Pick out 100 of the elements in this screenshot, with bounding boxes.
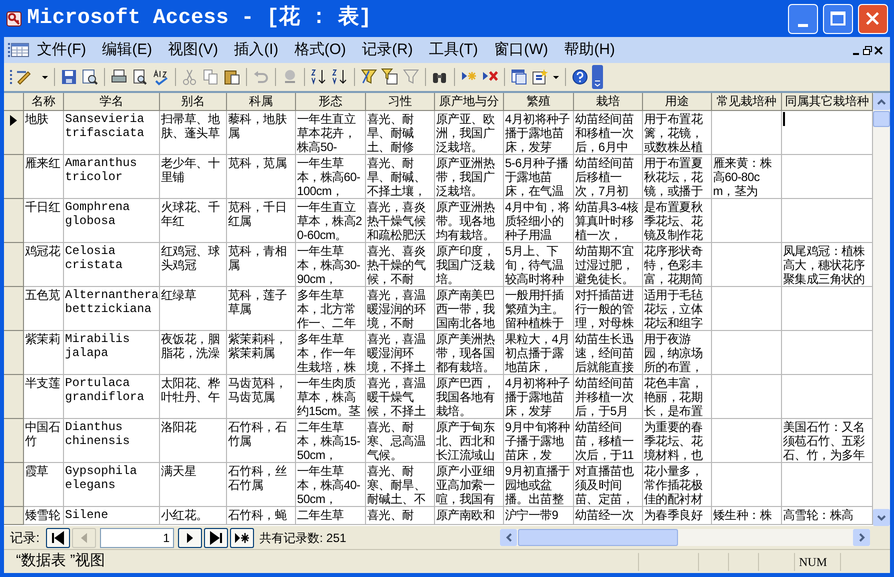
table-cell[interactable]: 9月中旬将种子播于露地苗床，发 — [504, 419, 574, 463]
menu-item[interactable]: 工具(T) — [420, 38, 486, 62]
paste-icon[interactable] — [223, 68, 241, 86]
table-cell[interactable]: 用于布置夏秋花坛，花镜，或播于 — [643, 155, 712, 199]
table-cell[interactable]: 一年生直立草本花卉，株高50- — [296, 111, 366, 155]
empty-cell[interactable] — [712, 111, 782, 155]
table-cell[interactable]: 石竹科，丝石竹属 — [227, 463, 296, 507]
column-header[interactable]: 学名 — [64, 93, 160, 111]
table-cell[interactable]: 幼苗经间苗，移植一次后，于11 — [574, 419, 643, 463]
table-cell[interactable]: 一年生草本，株高30-90cm， — [296, 243, 366, 287]
table-cell[interactable]: 红绿草 — [160, 287, 227, 331]
table-cell[interactable]: 地肤 — [24, 111, 64, 155]
table-cell[interactable]: 一年生肉质草本，株高约15cm。茎 — [296, 375, 366, 419]
table-cell[interactable]: 苋科，千日红属 — [227, 199, 296, 243]
table-cell[interactable]: 幼苗经间苗和移植一次后，6月中 — [574, 111, 643, 155]
table-cell[interactable]: 喜光、耐 — [366, 507, 435, 525]
table-cell[interactable]: 洛阳花 — [160, 419, 227, 463]
table-cell[interactable]: 沪宁一带9 — [504, 507, 574, 525]
menu-item[interactable]: 插入(I) — [226, 38, 286, 62]
table-cell[interactable]: 二年生草本，株高15-50cm， — [296, 419, 366, 463]
table-cell[interactable]: 紫茉莉 — [24, 331, 64, 375]
table-cell[interactable]: 果粒大，4月初点播于露地苗床， — [504, 331, 574, 375]
table-cell[interactable]: Mirabilis jalapa — [64, 331, 160, 375]
table-cell[interactable]: 4月初将种子播于露地苗床，发芽 — [504, 111, 574, 155]
mdi-close-button[interactable] — [873, 44, 884, 56]
table-cell[interactable]: 石竹科，石竹属 — [227, 419, 296, 463]
sort-descending-icon[interactable] — [331, 68, 349, 86]
menu-item[interactable]: 帮助(H) — [556, 38, 623, 62]
nav-next-button[interactable] — [178, 528, 202, 548]
table-cell[interactable]: 花小量多，常作插花极佳的配衬材 — [643, 463, 712, 507]
cut-icon[interactable] — [181, 68, 199, 86]
table-cell[interactable]: 紫茉莉科，紫茉莉属 — [227, 331, 296, 375]
maximize-button[interactable] — [823, 4, 853, 34]
table-cell[interactable]: 矮生种：株 — [712, 507, 782, 525]
table-cell[interactable]: 原产南欧和 — [435, 507, 504, 525]
column-header[interactable]: 形态 — [296, 93, 366, 111]
table-cell[interactable]: 是布置夏秋季花坛、花镜及制作花 — [643, 199, 712, 243]
table-cell[interactable]: 火球花、千年红 — [160, 199, 227, 243]
table-cell[interactable]: 喜光、喜炎热干燥的气候，不耐 — [366, 243, 435, 287]
print-icon[interactable] — [110, 68, 128, 86]
table-cell[interactable]: 用于夜游园，纳凉场所的布置， — [643, 331, 712, 375]
table-cell[interactable]: 幼苗具3-4核算真叶时移植一次， — [574, 199, 643, 243]
table-cell[interactable]: 矮雪轮 — [24, 507, 64, 525]
table-cell[interactable]: 原产小亚细亚高加索一喧，我国有 — [435, 463, 504, 507]
nav-last-button[interactable] — [204, 528, 228, 548]
empty-cell[interactable] — [712, 463, 782, 507]
table-cell[interactable]: 二年生草 — [296, 507, 366, 525]
scroll-right-button[interactable] — [853, 529, 870, 546]
scroll-left-button[interactable] — [500, 529, 517, 546]
table-cell[interactable]: 多年生草本，北方常作一、二年 — [296, 287, 366, 331]
table-cell[interactable]: 夜饭花，胭脂花，洗澡 — [160, 331, 227, 375]
table-cell[interactable]: 对直播苗也须及时间苗、定苗， — [574, 463, 643, 507]
table-cell[interactable]: 霞草 — [24, 463, 64, 507]
table-cell[interactable]: 半支莲 — [24, 375, 64, 419]
table-cell[interactable]: 喜光、耐寒、忌高温气候。 — [366, 419, 435, 463]
table-cell[interactable]: 一年生草本，株高40-50cm， — [296, 463, 366, 507]
filter-by-form-icon[interactable] — [381, 68, 399, 86]
table-cell[interactable]: 原产印度，我国广泛栽培。 — [435, 243, 504, 287]
empty-cell[interactable] — [712, 199, 782, 243]
table-cell[interactable]: 一般用扦插繁殖为主。留种植株于 — [504, 287, 574, 331]
table-cell[interactable]: 5-6月种子播于露地苗床，在气温 — [504, 155, 574, 199]
close-button[interactable] — [858, 4, 888, 34]
table-cell[interactable]: 花序形状奇特，色彩丰富，花期简 — [643, 243, 712, 287]
table-cell[interactable]: 喜光、耐旱、耐碱土、耐修 — [366, 111, 435, 155]
table-cell[interactable]: 雁来红 — [24, 155, 64, 199]
table-cell[interactable]: 喜光，喜温暖湿润的环境，不耐 — [366, 287, 435, 331]
help-icon[interactable] — [571, 68, 589, 86]
column-header[interactable]: 用途 — [643, 93, 712, 111]
table-cell[interactable]: 幼苗经间苗并移植一次后，于5月 — [574, 375, 643, 419]
menu-item[interactable]: 文件(F) — [29, 38, 94, 62]
table-cell[interactable]: 幼苗经间苗后移植一次，7月初 — [574, 155, 643, 199]
table-cell[interactable]: 原产于甸东北、西北和长江流域山 — [435, 419, 504, 463]
empty-cell[interactable] — [712, 375, 782, 419]
table-cell[interactable]: 苋科，莲子草属 — [227, 287, 296, 331]
vertical-scrollbar[interactable] — [873, 93, 890, 526]
table-cell[interactable]: 原产亚洲热带。现各地均有栽培。 — [435, 199, 504, 243]
column-header[interactable]: 同属其它栽培种 — [782, 93, 873, 111]
datasheet-icon[interactable] — [11, 43, 29, 57]
nav-first-button[interactable] — [46, 528, 70, 548]
empty-cell[interactable] — [712, 331, 782, 375]
table-cell[interactable]: 雁来黄：株高60-80cm，茎为 — [712, 155, 782, 199]
empty-cell[interactable] — [712, 287, 782, 331]
table-cell[interactable]: 幼苗生长迅速，经间苗后就能直接 — [574, 331, 643, 375]
mdi-restore-button[interactable] — [862, 44, 873, 56]
table-cell[interactable]: 喜光，喜温暖湿润环境，不择土 — [366, 331, 435, 375]
menu-item[interactable]: 编辑(E) — [94, 38, 160, 62]
table-cell[interactable]: Dianthus chinensis — [64, 419, 160, 463]
menu-item[interactable]: 格式(O) — [286, 38, 354, 62]
table-cell[interactable]: 多年生草本，作一年生栽培，株 — [296, 331, 366, 375]
table-cell[interactable]: 苋科，青相属 — [227, 243, 296, 287]
table-cell[interactable]: 9月初直播于园地或盆播。出苗整 — [504, 463, 574, 507]
column-header[interactable]: 栽培 — [574, 93, 643, 111]
table-cell[interactable]: 原产南美巴西一带，我国南北各地 — [435, 287, 504, 331]
column-header[interactable]: 科属 — [227, 93, 296, 111]
search-records-icon[interactable] — [81, 68, 99, 86]
record-number-field[interactable]: 1 — [100, 528, 174, 548]
table-cell[interactable]: 一年生直立草本，株高20-60cm。 — [296, 199, 366, 243]
table-cell[interactable]: 扫帚草、地肤、蓬头草 — [160, 111, 227, 155]
column-header[interactable]: 常见栽培种 — [712, 93, 782, 111]
table-cell[interactable]: 幼苗经一次 — [574, 507, 643, 525]
